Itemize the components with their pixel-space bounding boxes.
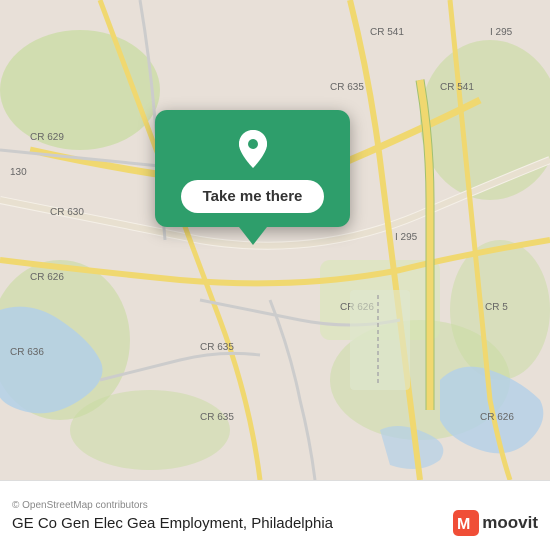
svg-text:130: 130 xyxy=(10,167,27,178)
svg-text:CR 636: CR 636 xyxy=(10,347,44,358)
svg-text:CR 541: CR 541 xyxy=(440,82,474,93)
moovit-icon: M xyxy=(453,510,479,536)
svg-text:CR 635: CR 635 xyxy=(200,342,234,353)
svg-text:I 295: I 295 xyxy=(395,232,418,243)
svg-text:CR 541: CR 541 xyxy=(370,27,404,38)
location-pin-icon xyxy=(232,128,274,170)
svg-text:CR 5: CR 5 xyxy=(485,302,508,313)
moovit-text: moovit xyxy=(482,513,538,533)
map-container: CR 629 CR 541 I 295 CR 635 CR 541 130 CR… xyxy=(0,0,550,480)
svg-text:CR 635: CR 635 xyxy=(330,82,364,93)
bottom-bar: © OpenStreetMap contributors GE Co Gen E… xyxy=(0,480,550,550)
moovit-logo: M moovit xyxy=(453,510,538,536)
map-background: CR 629 CR 541 I 295 CR 635 CR 541 130 CR… xyxy=(0,0,550,480)
navigation-card[interactable]: Take me there xyxy=(155,110,350,227)
svg-text:I 295: I 295 xyxy=(490,27,513,38)
map-attribution: © OpenStreetMap contributors xyxy=(12,500,538,511)
take-me-there-button[interactable]: Take me there xyxy=(181,180,325,213)
svg-text:CR 629: CR 629 xyxy=(30,132,64,143)
svg-text:CR 630: CR 630 xyxy=(50,207,84,218)
svg-text:M: M xyxy=(457,516,470,533)
svg-text:CR 626: CR 626 xyxy=(30,272,64,283)
svg-text:CR 635: CR 635 xyxy=(200,412,234,423)
svg-text:CR 626: CR 626 xyxy=(480,412,514,423)
